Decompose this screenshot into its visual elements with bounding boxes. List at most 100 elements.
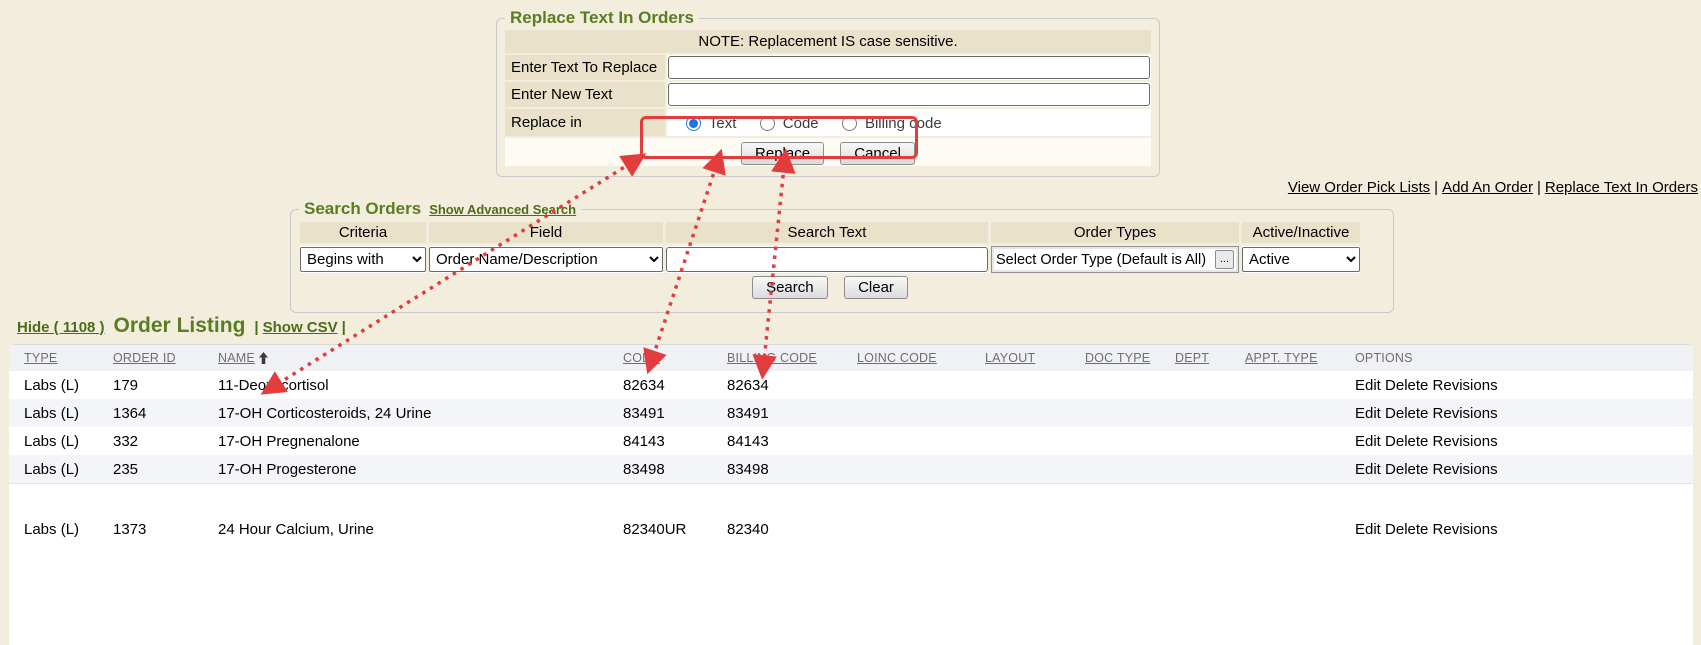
text-to-replace-label: Enter Text To Replace (505, 55, 665, 80)
replace-button[interactable]: Replace (741, 142, 824, 165)
listing-header-row: TYPE ORDER ID NAME CODE BILLING CODE LOI… (9, 345, 1693, 371)
pipe: | (342, 319, 346, 336)
order-types-column-header: Order Types (991, 222, 1239, 243)
table-row: Labs (L) 235 17-OH Progesterone 83498 83… (9, 455, 1693, 483)
table-row-partial: Labs (L) 1373 24 Hour Calcium, Urine 823… (9, 515, 1693, 543)
search-orders-title: Search Orders (304, 199, 421, 218)
active-inactive-column-header: Active/Inactive (1242, 222, 1360, 243)
show-advanced-search-link[interactable]: Show Advanced Search (429, 202, 576, 217)
cell-name: 24 Hour Calcium, Urine (218, 521, 623, 538)
replace-in-radio-group: Text Code Billing code (667, 109, 1151, 136)
replace-in-radio[interactable] (686, 116, 701, 131)
case-sensitive-note: NOTE: Replacement IS case sensitive. (505, 30, 1151, 53)
type-column-header[interactable]: TYPE (24, 351, 113, 365)
replace-in-label: Replace in (505, 109, 665, 136)
cell-order-id: 1373 (113, 521, 218, 538)
replace-in-radio[interactable] (842, 116, 857, 131)
new-text-input[interactable] (668, 83, 1150, 106)
cell-options[interactable]: Edit Delete Revisions (1355, 377, 1693, 394)
radio-label: Billing code (865, 115, 942, 132)
new-text-label: Enter New Text (505, 82, 665, 107)
search-text-column-header: Search Text (666, 222, 988, 243)
cell-billing-code: 82634 (727, 377, 857, 394)
radio-label: Code (783, 115, 819, 132)
cell-code: 84143 (623, 433, 727, 450)
cell-code: 83498 (623, 461, 727, 478)
options-column-header: OPTIONS (1355, 351, 1693, 365)
cell-name: 17-OH Progesterone (218, 461, 623, 478)
search-orders-form: Search Orders Show Advanced Search Criter… (290, 199, 1394, 313)
cell-billing-code: 82340 (727, 521, 857, 538)
search-button[interactable]: Search (752, 276, 828, 299)
cell-type: Labs (L) (24, 521, 113, 538)
cell-billing-code: 83498 (727, 461, 857, 478)
sort-up-icon (259, 352, 268, 364)
cell-order-id: 235 (113, 461, 218, 478)
cell-type: Labs (L) (24, 433, 113, 450)
order-types-picker[interactable]: Select Order Type (Default is All) ... (991, 246, 1239, 273)
view-order-pick-lists-link[interactable]: View Order Pick Lists (1288, 179, 1430, 196)
cell-name: 17-OH Corticosteroids, 24 Urine (218, 405, 623, 422)
cell-order-id: 332 (113, 433, 218, 450)
cell-order-id: 179 (113, 377, 218, 394)
replace-form-title: Replace Text In Orders (505, 8, 699, 28)
table-row: Labs (L) 179 11-Deoxycortisol 82634 8263… (9, 371, 1693, 399)
replace-text-in-orders-link[interactable]: Replace Text In Orders (1545, 179, 1698, 196)
order-id-column-header[interactable]: ORDER ID (113, 351, 218, 365)
order-listing-header: Hide ( 1108 ) Order Listing |Show CSV| (17, 314, 346, 338)
code-column-header[interactable]: CODE (623, 351, 727, 365)
replace-in-option-billing-code[interactable]: Billing code (837, 115, 942, 132)
cell-options[interactable]: Edit Delete Revisions (1355, 521, 1693, 538)
link-separator: | (1434, 179, 1438, 196)
name-column-header[interactable]: NAME (218, 351, 623, 365)
show-csv-wrap: |Show CSV| (254, 319, 345, 336)
cell-billing-code: 83491 (727, 405, 857, 422)
cell-code: 82634 (623, 377, 727, 394)
replace-in-radio[interactable] (760, 116, 775, 131)
field-select[interactable]: Order Name/Description (429, 247, 663, 272)
text-to-replace-input[interactable] (668, 56, 1150, 79)
loinc-code-column-header[interactable]: LOINC CODE (857, 351, 985, 365)
add-an-order-link[interactable]: Add An Order (1442, 179, 1533, 196)
replace-in-option-code[interactable]: Code (755, 115, 823, 132)
row-gap (9, 483, 1693, 515)
cell-billing-code: 84143 (727, 433, 857, 450)
show-csv-link[interactable]: Show CSV (263, 319, 338, 336)
replace-in-option-text[interactable]: Text (681, 115, 741, 132)
table-row: Labs (L) 1364 17-OH Corticosteroids, 24 … (9, 399, 1693, 427)
order-types-browse-button[interactable]: ... (1215, 250, 1234, 269)
header-action-links: View Order Pick Lists|Add An Order|Repla… (1288, 179, 1698, 196)
search-text-input[interactable] (666, 247, 988, 272)
cell-name: 11-Deoxycortisol (218, 377, 623, 394)
layout-column-header[interactable]: LAYOUT (985, 351, 1085, 365)
clear-button[interactable]: Clear (844, 276, 908, 299)
appt-type-column-header[interactable]: APPT. TYPE (1245, 351, 1355, 365)
cell-type: Labs (L) (24, 377, 113, 394)
dept-column-header[interactable]: DEPT (1175, 351, 1245, 365)
cell-code: 83491 (623, 405, 727, 422)
doc-type-column-header[interactable]: DOC TYPE (1085, 351, 1175, 365)
billing-code-column-header[interactable]: BILLING CODE (727, 351, 857, 365)
radio-label: Text (709, 115, 737, 132)
cell-type: Labs (L) (24, 405, 113, 422)
order-listing-title: Order Listing (114, 314, 246, 338)
cell-code: 82340UR (623, 521, 727, 538)
cell-options[interactable]: Edit Delete Revisions (1355, 461, 1693, 478)
link-separator: | (1537, 179, 1541, 196)
order-listing-table: TYPE ORDER ID NAME CODE BILLING CODE LOI… (9, 344, 1693, 645)
active-inactive-select[interactable]: Active (1242, 247, 1360, 272)
criteria-column-header: Criteria (300, 222, 426, 243)
field-column-header: Field (429, 222, 663, 243)
cell-options[interactable]: Edit Delete Revisions (1355, 433, 1693, 450)
hide-count-link[interactable]: Hide ( 1108 ) (17, 319, 105, 336)
table-row: Labs (L) 332 17-OH Pregnenalone 84143 84… (9, 427, 1693, 455)
cell-options[interactable]: Edit Delete Revisions (1355, 405, 1693, 422)
cell-order-id: 1364 (113, 405, 218, 422)
cell-name: 17-OH Pregnenalone (218, 433, 623, 450)
replace-text-form: Replace Text In Orders NOTE: Replacement… (496, 8, 1160, 177)
order-types-value: Select Order Type (Default is All) (996, 252, 1210, 268)
cancel-button[interactable]: Cancel (840, 142, 915, 165)
cell-type: Labs (L) (24, 461, 113, 478)
criteria-select[interactable]: Begins with (300, 247, 426, 272)
pipe: | (254, 319, 258, 336)
